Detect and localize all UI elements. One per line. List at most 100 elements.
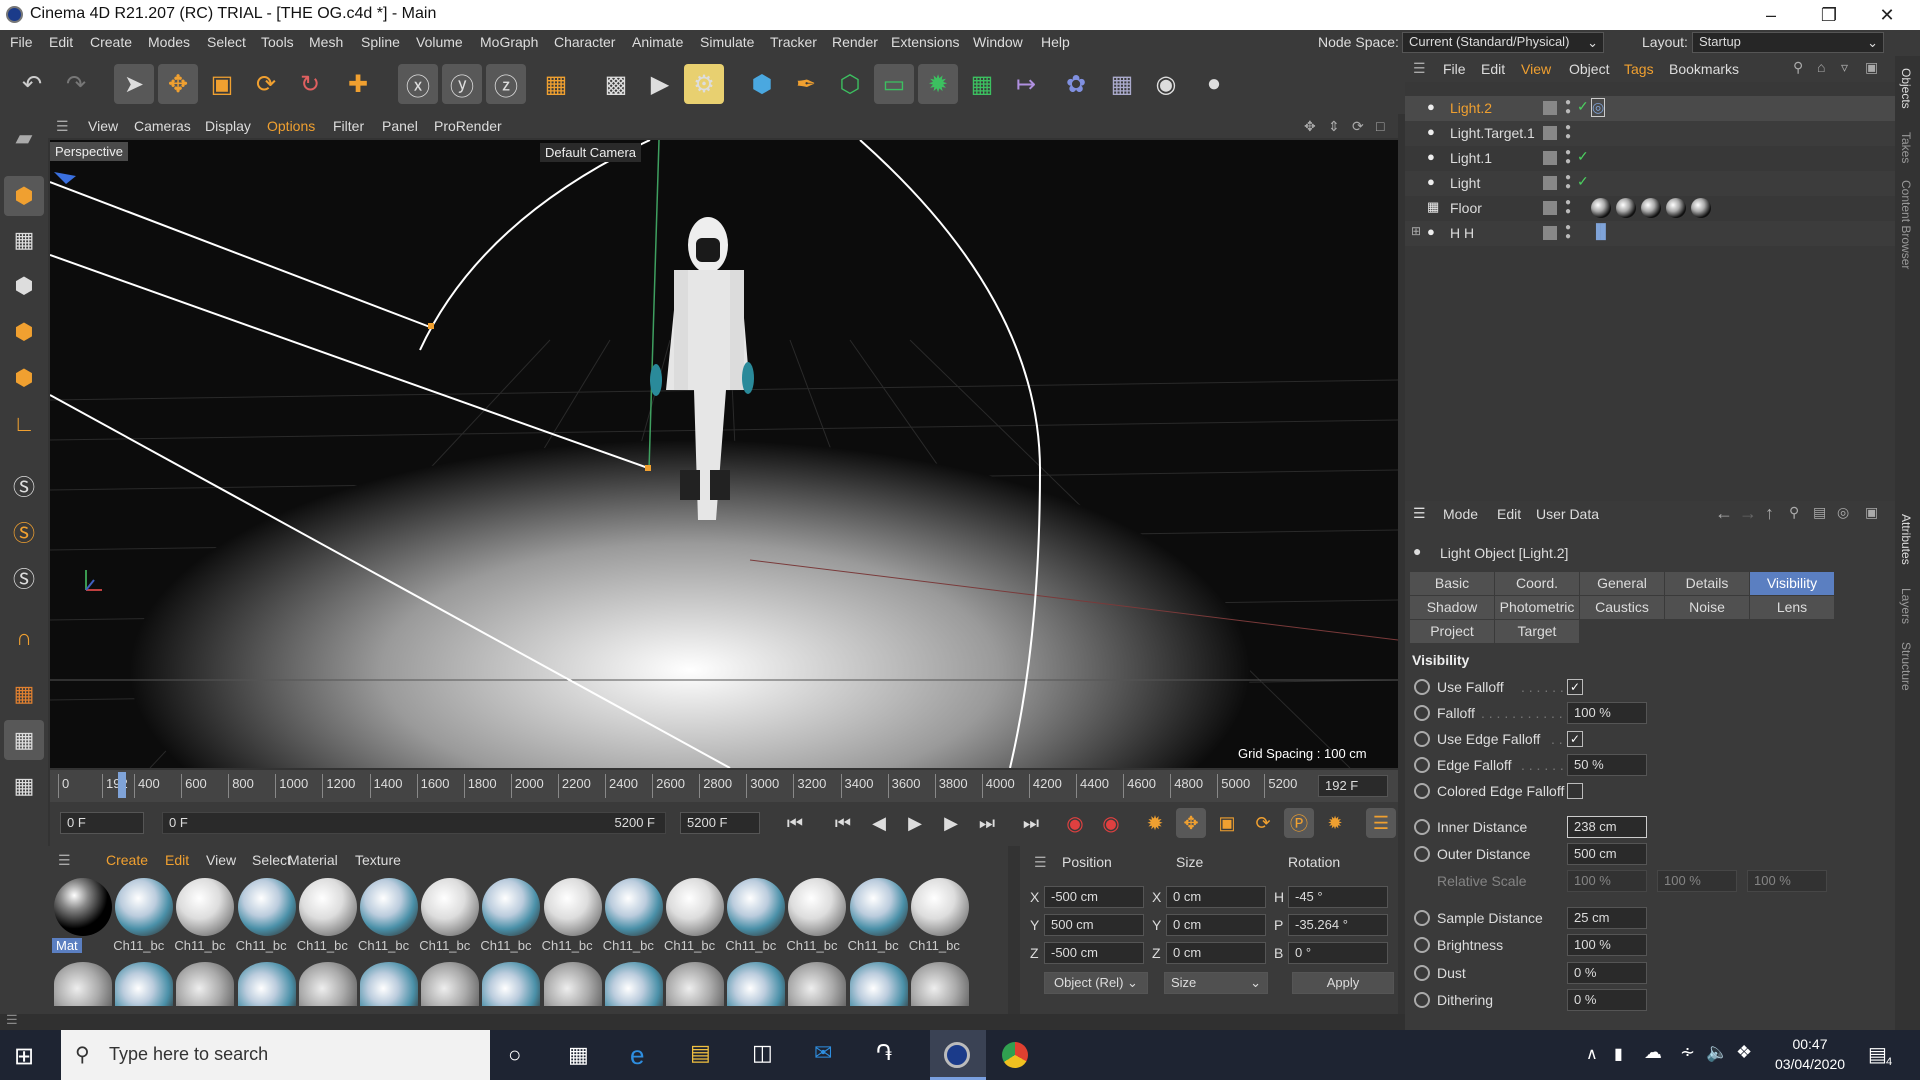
material-label[interactable]: Ch11_bc [297, 938, 348, 953]
maximize-view-icon[interactable]: □ [1376, 118, 1384, 134]
floor-icon[interactable]: ▦ [1102, 64, 1142, 104]
rotation-p-field[interactable]: -35.264 ° [1288, 914, 1388, 936]
visibility-dots-icon[interactable]: ● ● [1565, 148, 1571, 167]
end-frame-field[interactable]: 5200 F [680, 812, 760, 834]
menu-create[interactable]: Create [90, 34, 132, 50]
undo-icon[interactable]: ↶ [12, 64, 52, 104]
material-swatch[interactable] [176, 878, 235, 936]
inner-distance-field[interactable]: 238 cm [1567, 816, 1647, 838]
use-falloff-checkbox[interactable]: ✓ [1567, 679, 1583, 695]
material-label[interactable]: Ch11_bc [358, 938, 409, 953]
range-slider[interactable]: 0 F 5200 F [162, 812, 666, 834]
clock-time[interactable]: 00:47 [1770, 1036, 1850, 1052]
material-swatch[interactable] [115, 962, 174, 1006]
mat-menu-texture[interactable]: Texture [355, 852, 401, 868]
animate-radio[interactable] [1414, 910, 1430, 926]
rotation-b-field[interactable]: 0 ° [1288, 942, 1388, 964]
enabled-check-icon[interactable]: ✓ [1577, 148, 1589, 165]
tab-photometric[interactable]: Photometric [1495, 596, 1579, 619]
material-swatch[interactable] [482, 878, 541, 936]
object-name[interactable]: Light.2 [1450, 100, 1492, 116]
add-tool-icon[interactable]: ✚ [338, 64, 378, 104]
tray-chevron-icon[interactable]: ∧ [1586, 1044, 1598, 1064]
up-arrow-icon[interactable]: ↑ [1765, 503, 1774, 524]
windows-start-icon[interactable]: ⊞ [14, 1042, 34, 1071]
size-y-field[interactable]: 0 cm [1166, 914, 1266, 936]
next-key-icon[interactable]: ⏭ [972, 808, 1002, 838]
record-icon[interactable]: ◉ [1060, 808, 1090, 838]
tab-attributes[interactable]: Attributes [1899, 514, 1913, 565]
material-tag-icon[interactable] [1691, 198, 1711, 218]
object-name[interactable]: Light.1 [1450, 150, 1492, 166]
subdivision-icon[interactable]: ⬡ [830, 64, 870, 104]
animate-radio[interactable] [1414, 846, 1430, 862]
snap-icon[interactable]: Ⓢ [4, 466, 44, 506]
position-y-field[interactable]: 500 cm [1044, 914, 1144, 936]
render-view-icon[interactable]: ▩ [596, 64, 636, 104]
tab-general[interactable]: General [1580, 572, 1664, 595]
material-swatch[interactable] [910, 878, 969, 936]
magnet-icon[interactable]: ∩ [4, 618, 44, 658]
layer-toggle-icon[interactable] [1543, 126, 1557, 140]
search-icon[interactable]: ⚲ [1789, 504, 1799, 521]
material-swatch[interactable] [360, 878, 418, 936]
menu-file[interactable]: File [10, 34, 33, 50]
material-swatch[interactable] [788, 962, 847, 1006]
redo-icon[interactable]: ↷ [56, 64, 96, 104]
chrome-icon[interactable] [1002, 1042, 1028, 1068]
material-swatch[interactable] [910, 962, 969, 1006]
object-name[interactable]: Light [1450, 175, 1480, 191]
visibility-dots-icon[interactable]: ● ● [1565, 98, 1571, 117]
next-frame-icon[interactable]: ▶ [936, 808, 966, 838]
forward-arrow-icon[interactable]: → [1739, 503, 1757, 524]
material-swatch[interactable] [543, 878, 602, 936]
menu-character[interactable]: Character [554, 34, 615, 50]
cortana-icon[interactable]: ○ [508, 1042, 521, 1068]
material-swatch[interactable] [54, 878, 112, 936]
material-swatch[interactable] [421, 878, 480, 936]
size-x-field[interactable]: 0 cm [1166, 886, 1266, 908]
mat-menu-view[interactable]: View [206, 852, 236, 868]
menu-spline[interactable]: Spline [361, 34, 400, 50]
scale-tool-icon[interactable]: ▣ [202, 64, 242, 104]
timeline-playhead[interactable] [118, 772, 126, 798]
start-frame-field[interactable]: 0 F [60, 812, 144, 834]
animate-radio[interactable] [1414, 965, 1430, 981]
layer-toggle-icon[interactable] [1543, 101, 1557, 115]
polygons-mode-icon[interactable]: ⬢ [4, 358, 44, 398]
snap-settings-icon[interactable]: Ⓢ [4, 512, 44, 552]
menu-extensions[interactable]: Extensions [891, 34, 959, 50]
animate-radio[interactable] [1414, 679, 1430, 695]
layer-toggle-icon[interactable] [1543, 201, 1557, 215]
animate-radio[interactable] [1414, 783, 1430, 799]
material-tag-icon[interactable] [1591, 198, 1611, 218]
tab-coord[interactable]: Coord. [1495, 572, 1579, 595]
move-tool-icon[interactable]: ✥ [158, 64, 198, 104]
material-label[interactable]: Ch11_bc [542, 938, 593, 953]
field-icon[interactable]: ✿ [1056, 64, 1096, 104]
key-parameter-icon[interactable]: Ⓟ [1284, 808, 1314, 838]
prev-frame-icon[interactable]: ◀ [864, 808, 894, 838]
autokey-icon[interactable]: ◉ [1096, 808, 1126, 838]
new-window-icon[interactable]: ▣ [1865, 504, 1878, 521]
material-swatch[interactable] [788, 878, 847, 936]
new-window-icon[interactable]: ▣ [1865, 59, 1878, 76]
material-tag-icon[interactable] [1666, 198, 1686, 218]
cube-icon[interactable]: ⬢ [742, 64, 782, 104]
mat-menu-create[interactable]: Create [106, 852, 148, 868]
visibility-dots-icon[interactable]: ● ● [1565, 173, 1571, 192]
position-x-field[interactable]: -500 cm [1044, 886, 1144, 908]
dithering-field[interactable]: 0 % [1567, 989, 1647, 1011]
material-swatch[interactable] [666, 962, 724, 1006]
go-start-icon[interactable]: ⏮ [780, 808, 810, 838]
menu-help[interactable]: Help [1041, 34, 1070, 50]
material-label[interactable]: Ch11_bc [113, 938, 164, 953]
menu-simulate[interactable]: Simulate [700, 34, 754, 50]
material-swatch[interactable] [604, 962, 663, 1006]
material-label[interactable]: Ch11_bc [848, 938, 899, 953]
recent-tool-icon[interactable]: ↻ [290, 64, 330, 104]
key-position-icon[interactable]: ✥ [1176, 808, 1206, 838]
object-row[interactable]: ● Light ● ● ✓ [1405, 171, 1895, 196]
tab-shadow[interactable]: Shadow [1410, 596, 1494, 619]
mail-icon[interactable]: ✉ [814, 1040, 832, 1066]
